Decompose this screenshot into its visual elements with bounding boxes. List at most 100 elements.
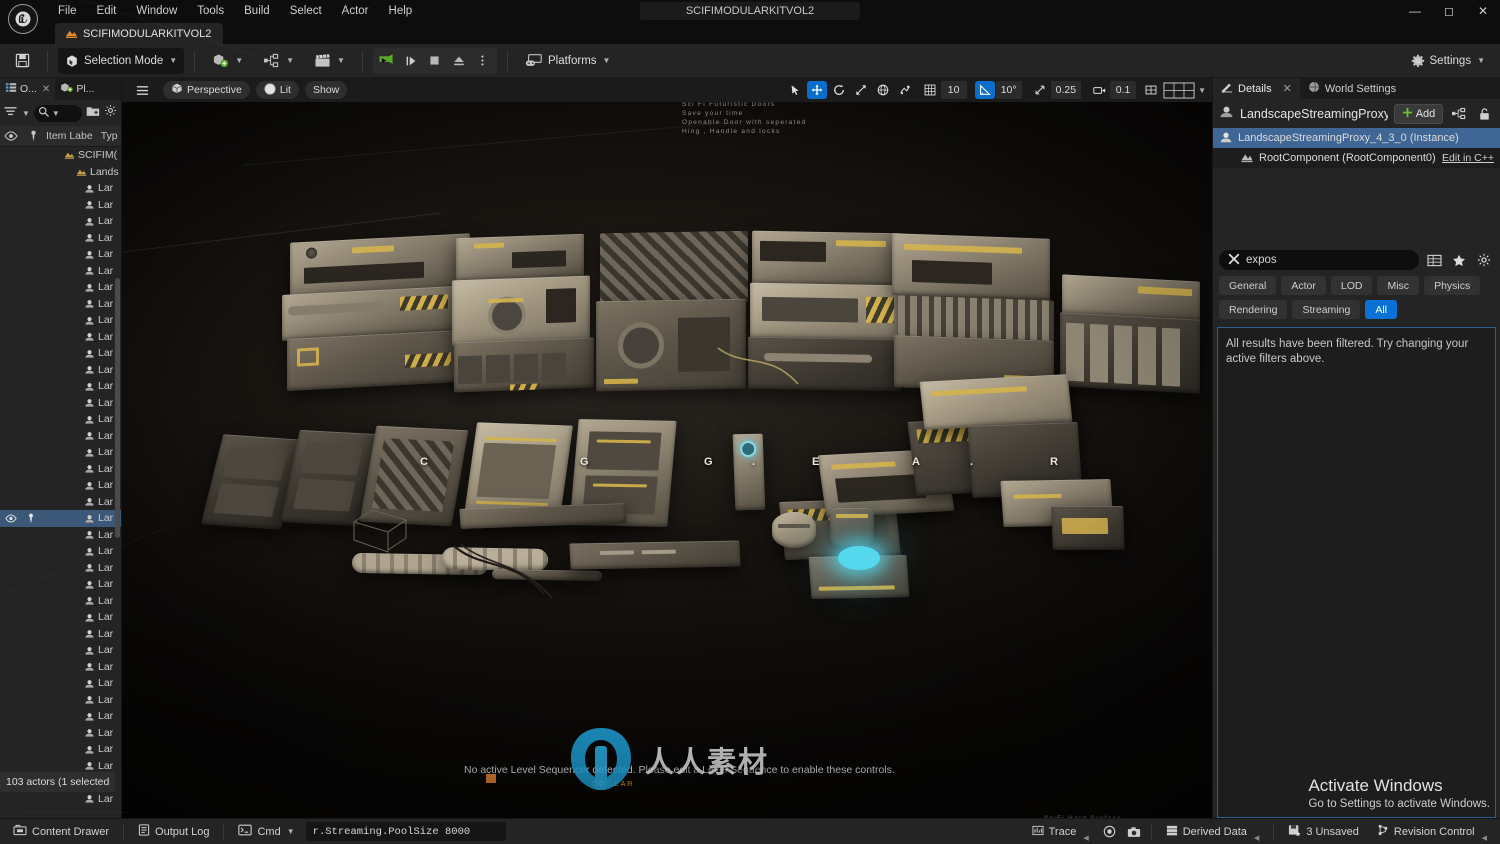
cinematics-button[interactable]: ▼ — [307, 48, 352, 74]
edit-in-cpp-link[interactable]: Edit in C++ — [1442, 152, 1494, 164]
filter-chip-streaming[interactable]: Streaming — [1292, 300, 1361, 319]
trace-record-icon[interactable] — [1100, 822, 1120, 842]
outliner-row[interactable]: Lar — [0, 362, 121, 379]
move-tool-icon[interactable] — [806, 81, 827, 99]
viewport-menu-button[interactable] — [128, 81, 157, 99]
blueprints-button[interactable]: ▼ — [256, 48, 301, 74]
viewport-3d-scene[interactable]: Sci Fi Futuristic Doors Save your time O… — [122, 102, 1212, 818]
scale-tool-icon[interactable] — [851, 81, 871, 99]
outliner-row[interactable]: Lar — [0, 791, 121, 808]
angle-snap-icon[interactable] — [974, 81, 995, 99]
filter-chip-general[interactable]: General — [1219, 276, 1277, 295]
filter-chip-all[interactable]: All — [1365, 300, 1397, 319]
scene-prop-wall-d2[interactable] — [750, 282, 902, 342]
console-command-input[interactable]: r.Streaming.PoolSize 8000 — [305, 822, 506, 841]
row-pin-icon[interactable] — [22, 513, 40, 524]
outliner-row[interactable]: Lands — [0, 164, 121, 181]
tab-world-settings[interactable]: World Settings — [1300, 78, 1404, 99]
unreal-logo-icon[interactable] — [8, 4, 38, 34]
project-tab[interactable]: SCIFIMODULARKITVOL2 — [55, 23, 224, 44]
unsaved-changes-button[interactable]: 3 Unsaved — [1281, 822, 1366, 842]
filter-icon[interactable] — [4, 104, 17, 122]
menu-actor[interactable]: Actor — [332, 0, 379, 22]
outliner-row[interactable]: Lar — [0, 527, 121, 544]
outliner-row[interactable]: Lar — [0, 609, 121, 626]
minimize-icon[interactable]: — — [1398, 0, 1432, 22]
component-list[interactable]: LandscapeStreamingProxy_4_3_0 (Instance)… — [1213, 128, 1500, 168]
outliner-row[interactable]: Lar — [0, 411, 121, 428]
component-row-root-actor[interactable]: LandscapeStreamingProxy_4_3_0 (Instance) — [1213, 128, 1500, 148]
details-settings-gear-icon[interactable] — [1474, 250, 1494, 270]
scene-prop-grate[interactable] — [600, 230, 748, 306]
outliner-row[interactable]: Lar — [0, 296, 121, 313]
outliner-row[interactable]: SCIFIM( — [0, 147, 121, 164]
outliner-row[interactable]: Lar — [0, 378, 121, 395]
lock-icon[interactable] — [1475, 104, 1494, 124]
screenshot-icon[interactable] — [1124, 822, 1144, 842]
outliner-row[interactable]: Lar — [0, 312, 121, 329]
filter-chip-lod[interactable]: LOD — [1330, 276, 1373, 295]
viewport-maximize-group[interactable]: ▼ — [1163, 82, 1206, 99]
details-search-input[interactable]: expos — [1219, 250, 1419, 270]
select-tool-icon[interactable] — [785, 81, 805, 99]
component-row-root-component[interactable]: RootComponent (RootComponent0) Edit in C… — [1213, 148, 1500, 168]
scene-prop-vent[interactable] — [898, 295, 1054, 341]
chevron-down-icon[interactable]: ▼ — [52, 109, 60, 118]
outliner-settings-icon[interactable] — [104, 104, 117, 122]
scene-prop-barrel-a[interactable] — [772, 512, 816, 548]
chevron-down-icon[interactable]: ▼ — [1198, 86, 1206, 95]
scene-prop-barrel-b[interactable] — [830, 508, 874, 548]
filter-chip-rendering[interactable]: Rendering — [1219, 300, 1288, 319]
stop-button[interactable] — [423, 49, 447, 73]
world-coordinate-icon[interactable] — [873, 81, 893, 99]
rotate-tool-icon[interactable] — [829, 81, 849, 99]
angle-snap-value[interactable]: 10° — [995, 81, 1022, 99]
column-type[interactable]: Typ — [99, 130, 120, 142]
favorites-star-icon[interactable] — [1449, 250, 1469, 270]
outliner-row[interactable]: Lar — [0, 213, 121, 230]
menu-window[interactable]: Window — [126, 0, 187, 22]
output-log-button[interactable]: Output Log — [131, 822, 216, 842]
outliner-row[interactable]: Lar — [0, 659, 121, 676]
details-filter-chips[interactable]: General Actor LOD Misc Physics Rendering Strea… — [1213, 274, 1500, 325]
filter-chip-misc[interactable]: Misc — [1377, 276, 1420, 295]
outliner-row[interactable]: Lar — [0, 329, 121, 346]
menu-file[interactable]: File — [48, 0, 87, 22]
outliner-row[interactable]: Lar — [0, 197, 121, 214]
outliner-row[interactable]: Lar — [0, 230, 121, 247]
scene-prop-wall-b1[interactable] — [456, 233, 584, 283]
outliner-row[interactable]: Lar — [0, 461, 121, 478]
scene-prop-wireframe-box[interactable] — [350, 502, 410, 562]
menu-build[interactable]: Build — [234, 0, 280, 22]
outliner-row[interactable]: Lar — [0, 543, 121, 560]
scene-prop-beam-a[interactable] — [569, 540, 741, 570]
add-component-button[interactable]: Add — [1393, 103, 1444, 124]
grid-snap-icon[interactable] — [920, 81, 940, 99]
close-icon[interactable]: ✕ — [42, 84, 50, 95]
visibility-column-icon[interactable] — [0, 131, 22, 141]
scene-prop-console-pillar[interactable] — [732, 433, 766, 511]
outliner-row[interactable]: Lar — [0, 263, 121, 280]
trace-button[interactable]: Trace ◀ — [1025, 822, 1096, 842]
content-drawer-button[interactable]: Content Drawer — [6, 822, 116, 842]
view-mode-lit-button[interactable]: Lit — [255, 81, 299, 99]
outliner-search-input[interactable]: ▼ — [33, 104, 82, 122]
save-button[interactable] — [8, 48, 37, 74]
filter-chip-actor[interactable]: Actor — [1281, 276, 1326, 295]
outliner-scrollbar[interactable] — [115, 278, 120, 538]
skip-button[interactable] — [399, 49, 423, 73]
outliner-list[interactable]: SCIFIM(Lands Lar Lar Lar Lar Lar Lar Lar Lar Lar L… — [0, 147, 121, 818]
outliner-row[interactable]: Lar — [0, 510, 121, 527]
outliner-row[interactable]: Lar — [0, 593, 121, 610]
scene-prop-wall-d1[interactable] — [752, 230, 902, 288]
close-icon[interactable]: ✕ — [1283, 82, 1292, 95]
outliner-row[interactable]: Lar — [0, 725, 121, 742]
outliner-row[interactable]: Lar — [0, 576, 121, 593]
add-actor-button[interactable]: ▼ — [205, 48, 250, 74]
scene-prop-wall-a3[interactable] — [287, 328, 479, 392]
camera-perspective-button[interactable]: Perspective — [163, 81, 250, 99]
filter-chip-physics[interactable]: Physics — [1424, 276, 1481, 295]
scene-prop-crate-g[interactable] — [1051, 506, 1125, 550]
menu-help[interactable]: Help — [379, 0, 423, 22]
new-folder-icon[interactable] — [86, 104, 100, 122]
